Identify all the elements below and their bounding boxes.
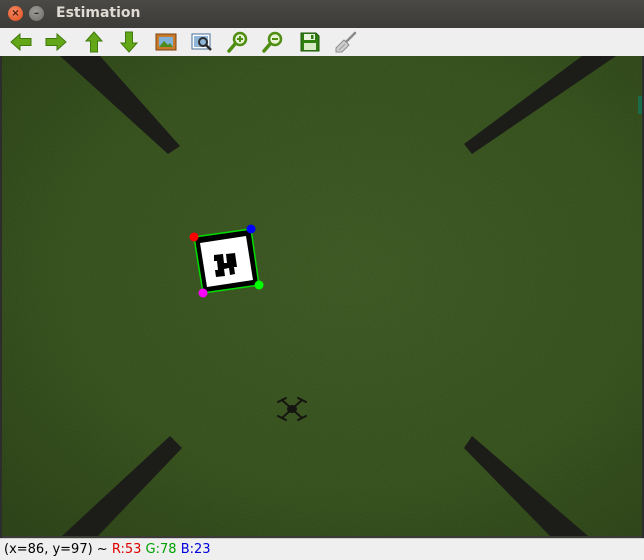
zoom-original-button[interactable] bbox=[153, 30, 179, 54]
properties-button[interactable] bbox=[333, 30, 359, 54]
camera-image bbox=[2, 56, 642, 536]
zoom-in-button[interactable] bbox=[225, 30, 251, 54]
fiducial-marker bbox=[193, 228, 260, 294]
cursor-coordinates: (x=86, y=97) ~ bbox=[4, 542, 108, 557]
picture-icon bbox=[155, 33, 177, 51]
title-bar: × – Estimation bbox=[0, 0, 644, 29]
toolbar bbox=[0, 28, 644, 57]
arrow-left-icon bbox=[10, 32, 32, 52]
green-value: G:78 bbox=[145, 542, 177, 557]
minimize-button[interactable]: – bbox=[29, 6, 44, 21]
blue-value: B:23 bbox=[180, 542, 211, 557]
close-button[interactable]: × bbox=[8, 6, 23, 21]
floppy-disk-icon bbox=[300, 32, 320, 52]
marker-corner-green bbox=[254, 280, 264, 290]
broom-icon bbox=[335, 31, 357, 53]
zoom-out-button[interactable] bbox=[260, 30, 286, 54]
arrow-down-icon bbox=[119, 31, 139, 53]
pan-up-button[interactable] bbox=[81, 30, 107, 54]
pan-right-button[interactable] bbox=[43, 30, 69, 54]
pixel-readout: (x=86, y=97) ~ R:53 G:78 B:23 bbox=[4, 540, 211, 560]
pan-left-button[interactable] bbox=[8, 30, 34, 54]
status-bar: (x=86, y=97) ~ R:53 G:78 B:23 bbox=[0, 538, 644, 560]
marker-corner-magenta bbox=[198, 288, 208, 298]
zoom-area-icon bbox=[191, 33, 212, 51]
red-value: R:53 bbox=[111, 542, 142, 557]
zoom-out-icon bbox=[262, 31, 283, 53]
ground-texture bbox=[2, 56, 642, 536]
arrow-right-icon bbox=[45, 32, 67, 52]
save-button[interactable] bbox=[297, 30, 323, 54]
marker-corner-red bbox=[189, 232, 199, 242]
arrow-up-icon bbox=[84, 31, 104, 53]
image-canvas[interactable] bbox=[2, 56, 642, 536]
pan-down-button[interactable] bbox=[116, 30, 142, 54]
edge-artifact bbox=[638, 96, 642, 114]
zoom-in-icon bbox=[227, 31, 248, 53]
zoom-fit-button[interactable] bbox=[189, 30, 215, 54]
marker-corner-blue bbox=[246, 224, 256, 234]
window-title: Estimation bbox=[56, 5, 141, 21]
